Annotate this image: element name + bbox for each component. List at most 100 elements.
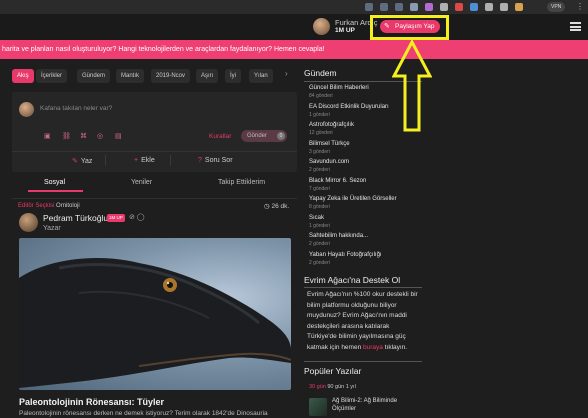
verified-icon: ⊘ ◯ <box>129 214 145 221</box>
gundem-item-count: 12 gönderi <box>309 130 333 136</box>
gundem-item-title[interactable]: Black Mirror 6. Sezon <box>309 178 366 184</box>
tags-next-icon[interactable]: › <box>285 69 288 78</box>
destek-body: Evrim Ağacı'nın %100 okur destekli bir b… <box>307 291 418 351</box>
tag-item[interactable]: Aşırı <box>196 69 219 83</box>
tag-item[interactable]: 2019-Ncov <box>151 69 191 83</box>
gundem-item-title[interactable]: EA Discord Etkinlik Duyuruları <box>309 104 389 110</box>
gundem-item-title[interactable]: Bilimsel Türkçe <box>309 141 350 147</box>
browser-menu-icon[interactable]: ⋮ <box>576 2 584 11</box>
destek-text: Evrim Ağacı'nın %100 okur destekli bir b… <box>304 290 422 358</box>
author-avatar[interactable] <box>19 213 38 232</box>
popular-tab-90[interactable]: 90 gün <box>327 384 344 390</box>
post-time-value: 26 dk. <box>271 203 290 210</box>
divider <box>105 155 106 166</box>
post-category[interactable]: Editör Seçkisi Ornitoloji <box>18 203 80 209</box>
extension-icon-1[interactable] <box>440 3 448 11</box>
vpn-button[interactable]: VPN <box>547 2 566 12</box>
share-icon[interactable] <box>380 3 388 11</box>
send-button-label: Gönder <box>247 133 268 139</box>
tag-item[interactable]: İçerikler <box>36 69 68 83</box>
site-header <box>0 14 588 40</box>
popular-item-title[interactable]: Ağ Bilimi-2: Ağ Biliminde Ölçümler <box>332 397 422 413</box>
gundem-item-count: 2 gönderi <box>309 167 330 173</box>
divider <box>304 361 422 362</box>
popular-item-thumbnail[interactable] <box>309 398 327 416</box>
post-title[interactable]: Paleontolojinin Rönesansı: Tüyler <box>19 397 164 407</box>
divider <box>304 287 422 288</box>
question-icon: ? <box>198 157 202 164</box>
compose-avatar <box>19 102 34 117</box>
post-category-name: Ornitoloji <box>56 203 80 209</box>
post-excerpt: Paleontolojinin rönesansı derken ne deme… <box>19 410 268 417</box>
tab-yeniler[interactable]: Yeniler <box>131 179 152 186</box>
gundem-title: Gündem <box>304 68 337 78</box>
gundem-item-count: 8 gönderi <box>309 204 330 210</box>
divider <box>12 151 297 152</box>
popular-tab-30[interactable]: 30 gün <box>309 384 326 390</box>
mail-icon[interactable] <box>425 3 433 11</box>
divider <box>170 155 171 166</box>
tab-sosyal[interactable]: Sosyal <box>44 179 65 186</box>
user-points: 1M UP <box>335 27 355 34</box>
destek-link[interactable]: buraya <box>363 344 383 351</box>
gundem-item-count: 1 gönderi <box>309 111 330 118</box>
dinosaur-illustration <box>19 258 291 388</box>
gundem-item-title[interactable]: Yapay Zeka ile Üretilen Görseller <box>309 196 397 202</box>
tag-item[interactable]: Yılan <box>249 69 273 83</box>
send-button[interactable]: Gönder 0 <box>241 130 287 142</box>
hamburger-menu-icon[interactable] <box>570 22 581 31</box>
avatar[interactable] <box>313 18 330 35</box>
tab-takip[interactable]: Takip Ettiklerim <box>218 179 265 186</box>
gundem-item-count: 2 gönderi <box>309 241 330 247</box>
destek-title: Evrim Ağacı'na Destek Ol <box>304 275 401 285</box>
yellow-arrow-annotation <box>392 40 432 132</box>
tag-item[interactable]: Akış <box>12 69 34 83</box>
gundem-item-count: 2 gönderi <box>309 259 330 266</box>
profile-icon[interactable] <box>515 3 523 11</box>
question-banner[interactable]: harita ve planları nasıl oluşturuluyor? … <box>0 40 588 59</box>
gundem-item-title[interactable]: Astrofotoğrafçılık <box>309 122 354 128</box>
link-icon[interactable]: ⛓ <box>62 132 71 140</box>
popular-tabs: 30 gün 90 gün 1 yıl <box>309 384 356 390</box>
image-icon[interactable]: ▣ <box>44 132 51 140</box>
active-tab-indicator <box>28 190 83 192</box>
post-image[interactable] <box>19 238 291 390</box>
author-role: Yazar <box>43 225 61 232</box>
popular-title: Popüler Yazılar <box>304 366 362 376</box>
gundem-item-title[interactable]: Güncel Bilim Haberleri <box>309 85 369 91</box>
calendar-icon[interactable]: ▤ <box>115 132 122 140</box>
compose-input[interactable]: Kafana takılan neler var? <box>40 105 112 112</box>
puzzle-icon[interactable] <box>485 3 493 11</box>
author-badge: 1M UP <box>107 214 125 222</box>
gundem-item-title[interactable]: Sahtebilim hakkında... <box>309 233 368 239</box>
author-name[interactable]: Pedram Türkoğlu <box>43 213 108 223</box>
post-category-prefix: Editör Seçkisi <box>18 203 55 209</box>
sidebar-icon[interactable] <box>500 3 508 11</box>
char-count: 0 <box>277 132 285 140</box>
popular-tab-1y[interactable]: 1 yıl <box>346 384 356 390</box>
gundem-item-title[interactable]: Sıcak <box>309 215 324 221</box>
shield-icon[interactable] <box>410 3 418 11</box>
ask-action[interactable]: ? Soru Sor <box>198 157 233 164</box>
gundem-item-count: 1 gönderi <box>309 222 330 229</box>
gundem-item-count: 7 gönderi <box>309 185 330 192</box>
gif-icon[interactable]: ⌘ <box>80 132 87 140</box>
opera-icon[interactable] <box>455 3 463 11</box>
plus-icon: + <box>134 157 139 164</box>
gundem-item-count: 3 gönderi <box>309 148 330 155</box>
star-icon[interactable] <box>395 3 403 11</box>
highlight-box <box>370 15 449 40</box>
poll-icon[interactable]: ◎ <box>97 132 103 140</box>
gundem-item-title[interactable]: Yaban Hayatı Fotoğrafçılığı <box>309 252 382 258</box>
post-time: ◷ 26 dk. <box>264 202 289 210</box>
tag-item[interactable]: Mantık <box>116 69 145 83</box>
gundem-item-title[interactable]: Savundun.com <box>309 159 349 165</box>
rules-link[interactable]: Kurallar <box>209 133 231 140</box>
destek-end: tıklayın. <box>384 343 408 351</box>
tag-icon[interactable] <box>470 3 478 11</box>
write-action[interactable]: ✎ Yaz <box>72 157 92 165</box>
tag-item[interactable]: İyi <box>225 69 241 83</box>
tag-item[interactable]: Gündem <box>77 69 111 83</box>
cast-icon[interactable] <box>365 3 373 11</box>
add-action[interactable]: + Ekle <box>134 157 155 164</box>
